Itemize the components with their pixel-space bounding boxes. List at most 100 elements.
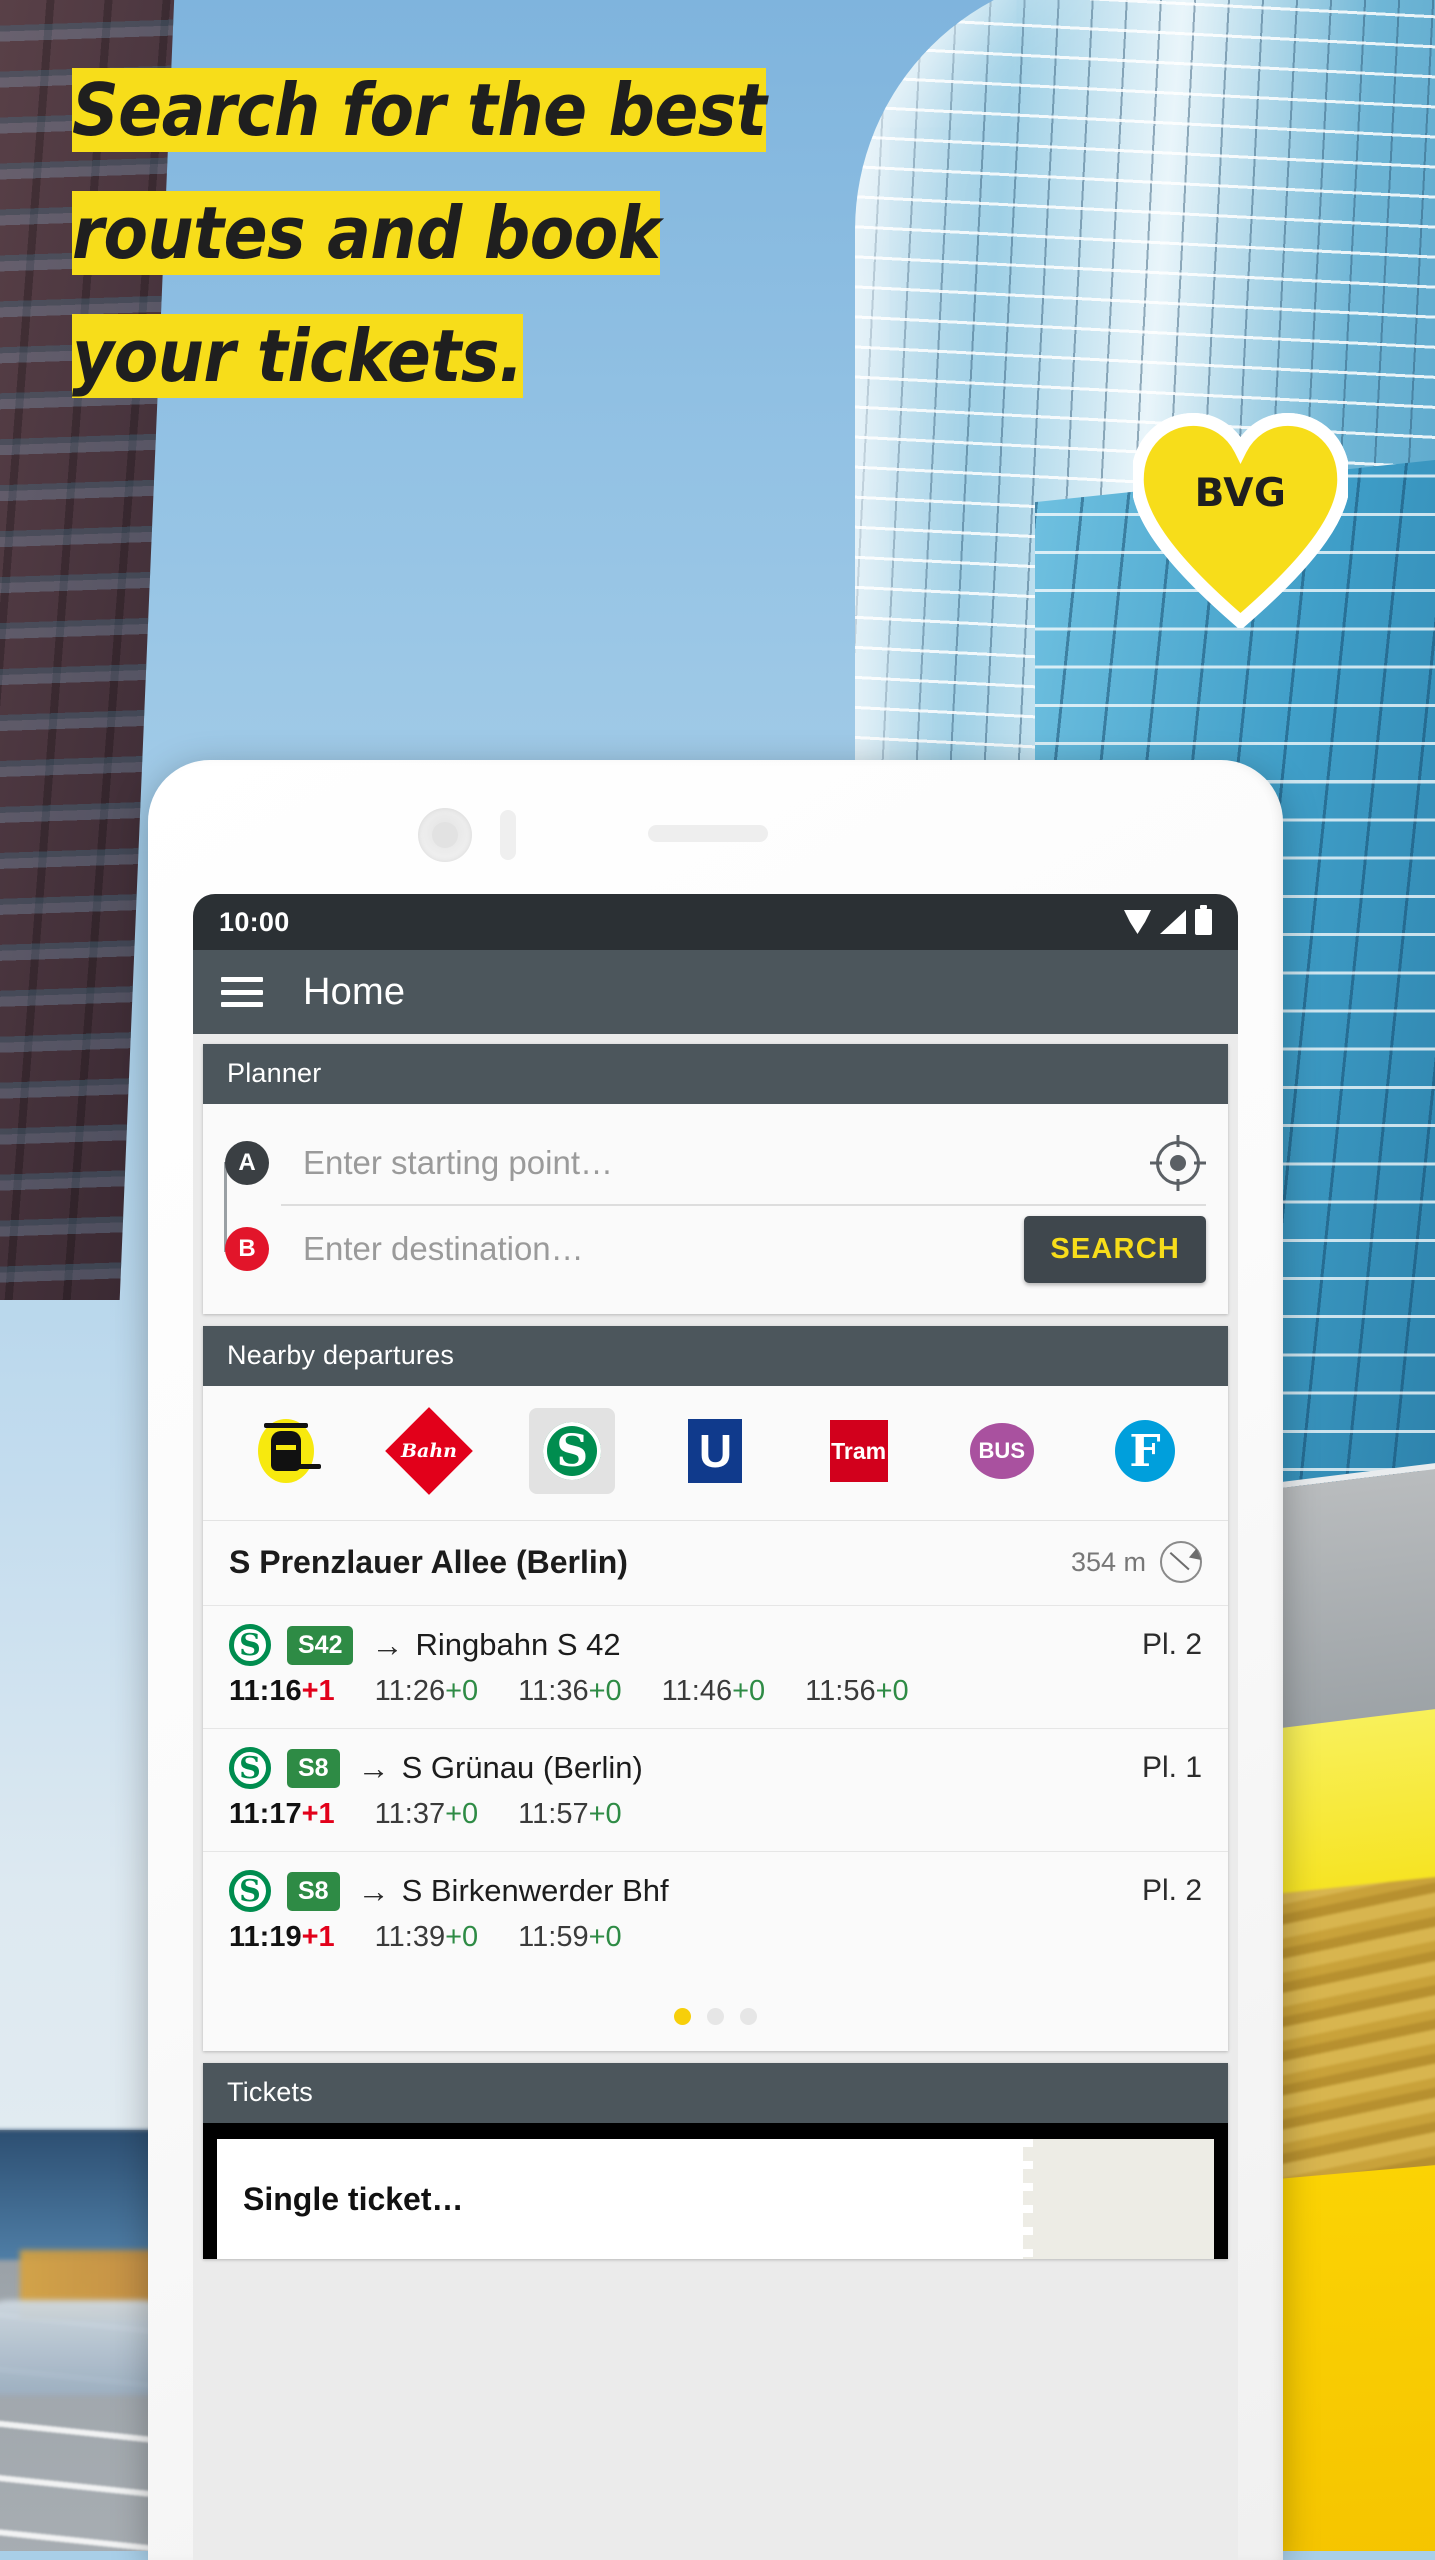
headline-line-2: routes and book [48,173,686,297]
planner-header: Planner [203,1044,1228,1104]
departure-head: S S42 → Ringbahn S 42 Pl. 2 [229,1624,1202,1666]
destination-label: S Grünau (Berlin) [401,1750,643,1785]
ferry-cablecar-icon [258,1419,321,1483]
mode-faehre[interactable]: F [1102,1408,1188,1494]
phone-screen: 10:00 Home Planner A Enter starting poin… [193,894,1238,2560]
station-name: S Prenzlauer Allee (Berlin) [229,1543,628,1580]
bus-icon: BUS [969,1423,1034,1479]
platform-label: Pl. 2 [1141,1628,1202,1661]
hamburger-menu-icon[interactable] [221,977,263,1007]
bahn-icon: Bahn [385,1407,473,1495]
bahn-label: Bahn [401,1440,458,1462]
heart-icon [1133,413,1348,628]
line-badge: S8 [287,1871,340,1911]
departure-row[interactable]: S S42 → Ringbahn S 42 Pl. 2 11:16+1 11:2… [203,1605,1228,1728]
front-camera-lens [432,822,458,848]
status-icons [1124,905,1212,935]
station-distance: 354 m [1070,1546,1146,1577]
mode-bus[interactable]: BUS [959,1408,1045,1494]
departure-time: 11:26+0 [374,1675,479,1707]
mode-sbahn[interactable]: S [529,1408,616,1494]
origin-badge: A [225,1141,269,1185]
departure-head: S S8 → S Birkenwerder Bhf Pl. 2 [229,1870,1202,1912]
transport-mode-filter: Bahn S U Tram BUS F [203,1386,1228,1520]
planner-body: A Enter starting point… B Enter destinat… [203,1104,1228,1314]
direction-arrow-icon: → [357,1872,390,1909]
platform-label: Pl. 2 [1141,1874,1202,1907]
cablecar-glyph [264,1423,321,1471]
mode-bahn[interactable]: Bahn [385,1407,473,1495]
ticket-stub [1023,2139,1214,2259]
station-meta: 354 m [1071,1541,1202,1583]
destination-input[interactable]: Enter destination… [303,1230,1024,1268]
ubahn-icon: U [688,1419,743,1483]
pagination-dot[interactable] [740,2008,757,2025]
tickets-card: Tickets Single ticket… [203,2063,1228,2259]
destination-label: S Birkenwerder Bhf [401,1873,669,1908]
search-button[interactable]: SEARCH [1024,1215,1206,1283]
destination-label: Ringbahn S 42 [415,1627,621,1662]
hamburger-line [221,977,263,982]
departure-times: 11:16+1 11:26+0 11:36+0 11:46+0 11:56+0 [229,1675,1202,1708]
ticket-item[interactable]: Single ticket… [217,2139,1214,2259]
earpiece-speaker [648,825,768,842]
bvg-heart-logo: BVG [1133,413,1348,628]
sbahn-icon: S [229,1870,271,1912]
departure-time: 11:56+0 [805,1675,909,1707]
phone-mockup: 10:00 Home Planner A Enter starting poin… [148,760,1283,2560]
line-badge: S42 [287,1625,354,1665]
hamburger-line [221,989,263,995]
departure-time: 11:17+1 [229,1798,335,1830]
departure-time: 11:37+0 [374,1798,479,1830]
compass-icon [1160,1541,1202,1583]
phone-top-bezel [148,760,1283,894]
mode-ubahn[interactable]: U [672,1408,758,1494]
status-time: 10:00 [219,906,290,937]
bvg-logo-label: BVG [1194,471,1287,516]
departure-row[interactable]: S S8 → S Grünau (Berlin) Pl. 1 11:17+1 1… [203,1728,1228,1851]
ticket-title: Single ticket… [243,2181,464,2217]
screen-content: Planner A Enter starting point… B Enter … [193,1034,1238,2560]
page-title: Home [303,970,406,1013]
planner-card: Planner A Enter starting point… B Enter … [203,1044,1228,1314]
crosshair-circle [1156,1141,1200,1185]
battery-icon [1195,905,1212,935]
sbahn-icon: S [543,1422,602,1480]
tickets-header: Tickets [203,2063,1228,2123]
mode-tram[interactable]: Tram [816,1408,902,1494]
wifi-icon [1124,910,1151,934]
departure-row[interactable]: S S8 → S Birkenwerder Bhf Pl. 2 11:19+1 … [203,1851,1228,1974]
nearby-departures-card: Nearby departures Bahn S U Tram BUS F S … [203,1326,1228,2051]
headline-band-3: your tickets. [72,314,524,398]
platform-label: Pl. 1 [1141,1751,1202,1784]
gps-crosshair-icon[interactable] [1150,1135,1206,1191]
headline-band-1: Search for the best [72,68,767,152]
faehre-icon: F [1114,1420,1175,1482]
nearby-departures-header: Nearby departures [203,1326,1228,1386]
tram-icon: Tram [829,1420,888,1482]
origin-input[interactable]: Enter starting point… [303,1144,1150,1182]
mode-ferry-cablecar[interactable] [243,1408,329,1494]
departure-time: 11:46+0 [661,1675,766,1707]
pagination-dot-active[interactable] [674,2008,691,2025]
station-header[interactable]: S Prenzlauer Allee (Berlin) 354 m [203,1520,1228,1605]
destination-badge: B [225,1227,269,1271]
line-badge: S8 [287,1748,340,1788]
cablecar-base [277,1464,321,1469]
departure-time: 11:36+0 [518,1675,622,1707]
app-bar: Home [193,950,1238,1034]
departure-time: 11:59+0 [518,1921,622,1953]
headline-line-1: Search for the best [48,50,792,174]
origin-row[interactable]: A Enter starting point… [225,1122,1206,1204]
direction-arrow-icon: → [357,1749,390,1786]
pagination-dot[interactable] [707,2008,724,2025]
signal-icon [1160,910,1186,934]
carousel-pagination[interactable] [203,1974,1228,2051]
headline-line-3: your tickets. [48,296,549,420]
destination-row[interactable]: B Enter destination… SEARCH [225,1206,1206,1292]
departure-time: 11:16+1 [229,1675,335,1707]
direction-arrow-icon: → [371,1626,404,1663]
hamburger-line [221,1002,263,1007]
departure-head: S S8 → S Grünau (Berlin) Pl. 1 [229,1747,1202,1789]
tickets-body: Single ticket… [203,2123,1228,2259]
